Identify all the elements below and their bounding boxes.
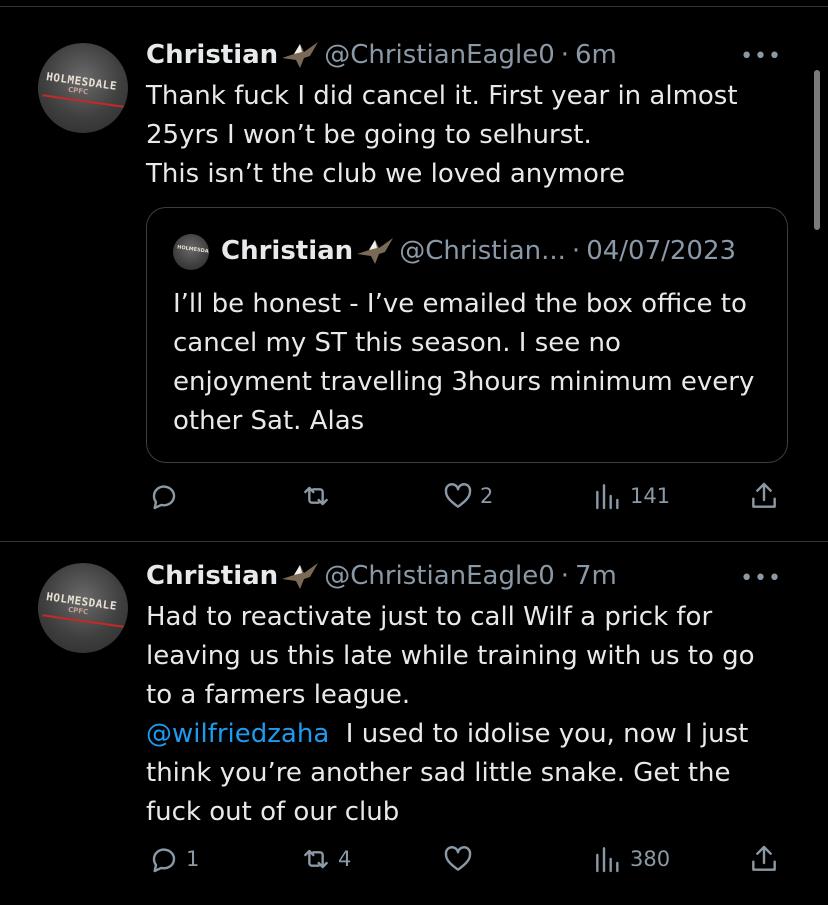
eagle-emoji-icon xyxy=(280,40,320,70)
more-options-icon[interactable]: ••• xyxy=(740,566,782,591)
reply-button[interactable] xyxy=(148,480,186,512)
quoted-display-name: Christian xyxy=(221,236,354,266)
timestamp[interactable]: 6m xyxy=(575,40,617,70)
views-icon xyxy=(596,484,619,510)
eagle-emoji-icon xyxy=(280,561,320,591)
views-button[interactable]: 380 xyxy=(592,843,670,875)
quoted-text: I’ll be honest - I’ve emailed the box of… xyxy=(173,285,754,441)
retweet-button[interactable] xyxy=(300,480,338,512)
quoted-handle: @Christian... xyxy=(399,236,566,266)
share-icon xyxy=(752,482,776,508)
like-count: 2 xyxy=(480,484,494,508)
view-count: 141 xyxy=(630,484,671,508)
heart-icon xyxy=(444,846,472,871)
action-bar: 2 141 xyxy=(0,480,828,514)
views-icon xyxy=(596,847,619,873)
avatar-shirt-sub: CPFC xyxy=(67,605,89,617)
eagle-emoji-icon xyxy=(355,236,395,266)
retweet-button[interactable]: 4 xyxy=(300,843,351,875)
more-options-icon[interactable]: ••• xyxy=(740,44,782,69)
quoted-avatar-text: HOLMESDALE xyxy=(176,244,209,256)
reply-count: 1 xyxy=(186,847,200,871)
heart-icon xyxy=(444,483,472,508)
quoted-text-line: cancel my ST this season. I see no xyxy=(173,328,621,358)
tweet-text-span: I used to idolise you, now I just xyxy=(329,719,749,749)
avatar-stripe xyxy=(42,614,124,628)
quoted-text-line: enjoyment travelling 3hours minimum ever… xyxy=(173,367,755,397)
avatar-stripe xyxy=(42,94,124,108)
separator-dot: · xyxy=(571,236,581,266)
avatar[interactable]: HOLMESDALE CPFC xyxy=(38,43,128,133)
tweet-text-line: 25yrs I won’t be going to selhurst. xyxy=(146,120,592,150)
tweet-divider xyxy=(0,541,828,542)
reply-button[interactable]: 1 xyxy=(148,843,199,875)
mention-link[interactable]: @wilfriedzaha xyxy=(146,719,329,749)
quoted-avatar: HOLMESDALE xyxy=(173,234,209,270)
separator-dot: · xyxy=(560,40,570,70)
tweet-header: Christian @ChristianEagle0 · 6m xyxy=(146,40,617,70)
tweet-text-line: @wilfriedzaha I used to idolise you, now… xyxy=(146,715,786,754)
separator-dot: · xyxy=(560,561,570,591)
tweet-text: Had to reactivate just to call Wilf a pr… xyxy=(146,598,786,832)
quoted-date: 04/07/2023 xyxy=(586,236,737,266)
share-icon xyxy=(752,845,776,871)
tweet-text-line: fuck out of our club xyxy=(146,797,400,827)
quoted-header: Christian @Christian... · 04/07/2023 xyxy=(221,236,736,266)
tweet-text-line: Had to reactivate just to call Wilf a pr… xyxy=(146,602,713,632)
views-button[interactable]: 141 xyxy=(592,480,670,512)
reply-icon xyxy=(152,485,176,510)
tweet-text: Thank fuck I did cancel it. First year i… xyxy=(146,77,786,194)
avatar[interactable]: HOLMESDALE CPFC xyxy=(38,563,128,653)
avatar-shirt-sub: CPFC xyxy=(67,85,89,97)
like-button[interactable]: 2 xyxy=(442,480,493,512)
display-name[interactable]: Christian xyxy=(146,561,278,591)
like-button[interactable] xyxy=(442,843,480,875)
quoted-text-line: other Sat. Alas xyxy=(173,406,365,436)
tweet-text-line: leaving us this late while training with… xyxy=(146,641,755,671)
timestamp[interactable]: 7m xyxy=(575,561,617,591)
tweet-text-line: think you’re another sad little snake. G… xyxy=(146,758,731,788)
tweet-header: Christian @ChristianEagle0 · 7m xyxy=(146,561,617,591)
retweet-icon xyxy=(304,849,328,869)
action-bar: 1 4 380 xyxy=(0,843,828,877)
handle[interactable]: @ChristianEagle0 xyxy=(324,40,555,70)
handle[interactable]: @ChristianEagle0 xyxy=(324,561,555,591)
reply-icon xyxy=(152,848,176,873)
quoted-tweet[interactable]: HOLMESDALE Christian @Christian... · 04/… xyxy=(146,207,788,463)
share-button[interactable] xyxy=(748,480,780,512)
top-divider xyxy=(0,6,828,7)
tweet-text-line: Thank fuck I did cancel it. First year i… xyxy=(146,81,738,111)
scrollbar[interactable] xyxy=(814,70,820,230)
view-count: 380 xyxy=(630,847,671,871)
tweet-text-line: to a farmers league. xyxy=(146,680,411,710)
tweet-text-line: This isn’t the club we loved anymore xyxy=(146,159,626,189)
retweet-icon xyxy=(304,486,328,506)
quoted-text-line: I’ll be honest - I’ve emailed the box of… xyxy=(173,289,747,319)
retweet-count: 4 xyxy=(338,847,352,871)
display-name[interactable]: Christian xyxy=(146,40,278,70)
share-button[interactable] xyxy=(748,843,780,875)
